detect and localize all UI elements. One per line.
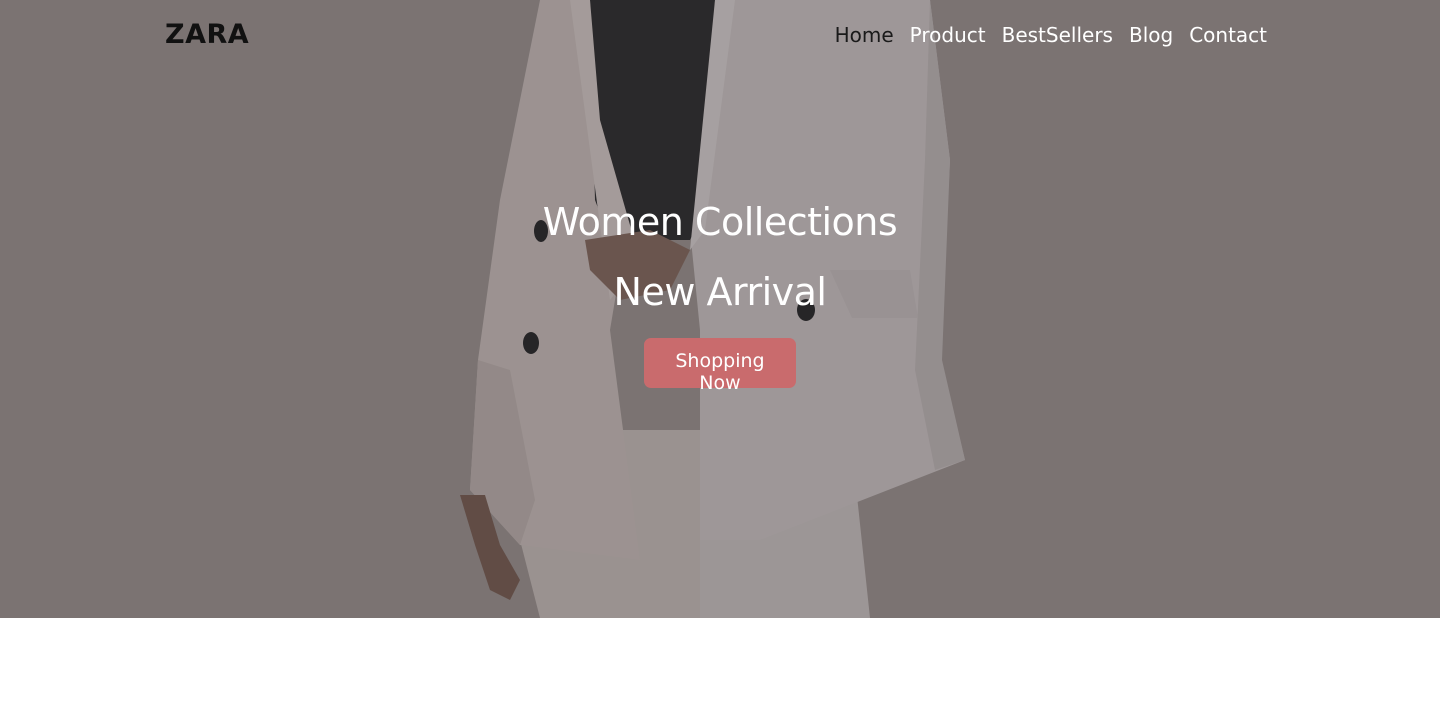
hero-title: Women Collections	[542, 200, 898, 244]
top-navbar: ZARA Home Product BestSellers Blog Conta…	[0, 0, 1440, 72]
main-navigation: Home Product BestSellers Blog Contact	[835, 23, 1267, 47]
nav-link-home[interactable]: Home	[835, 23, 894, 47]
nav-link-bestsellers[interactable]: BestSellers	[1002, 23, 1113, 47]
brand-logo[interactable]: ZARA	[165, 19, 249, 50]
nav-link-product[interactable]: Product	[910, 23, 986, 47]
nav-link-blog[interactable]: Blog	[1129, 23, 1173, 47]
hero-subtitle: New Arrival	[613, 270, 827, 314]
hero-banner: ZARA Home Product BestSellers Blog Conta…	[0, 0, 1440, 618]
shopping-now-button[interactable]: Shopping Now	[644, 338, 796, 394]
hero-content: Women Collections New Arrival Shopping N…	[0, 196, 1440, 394]
nav-link-contact[interactable]: Contact	[1189, 23, 1267, 47]
